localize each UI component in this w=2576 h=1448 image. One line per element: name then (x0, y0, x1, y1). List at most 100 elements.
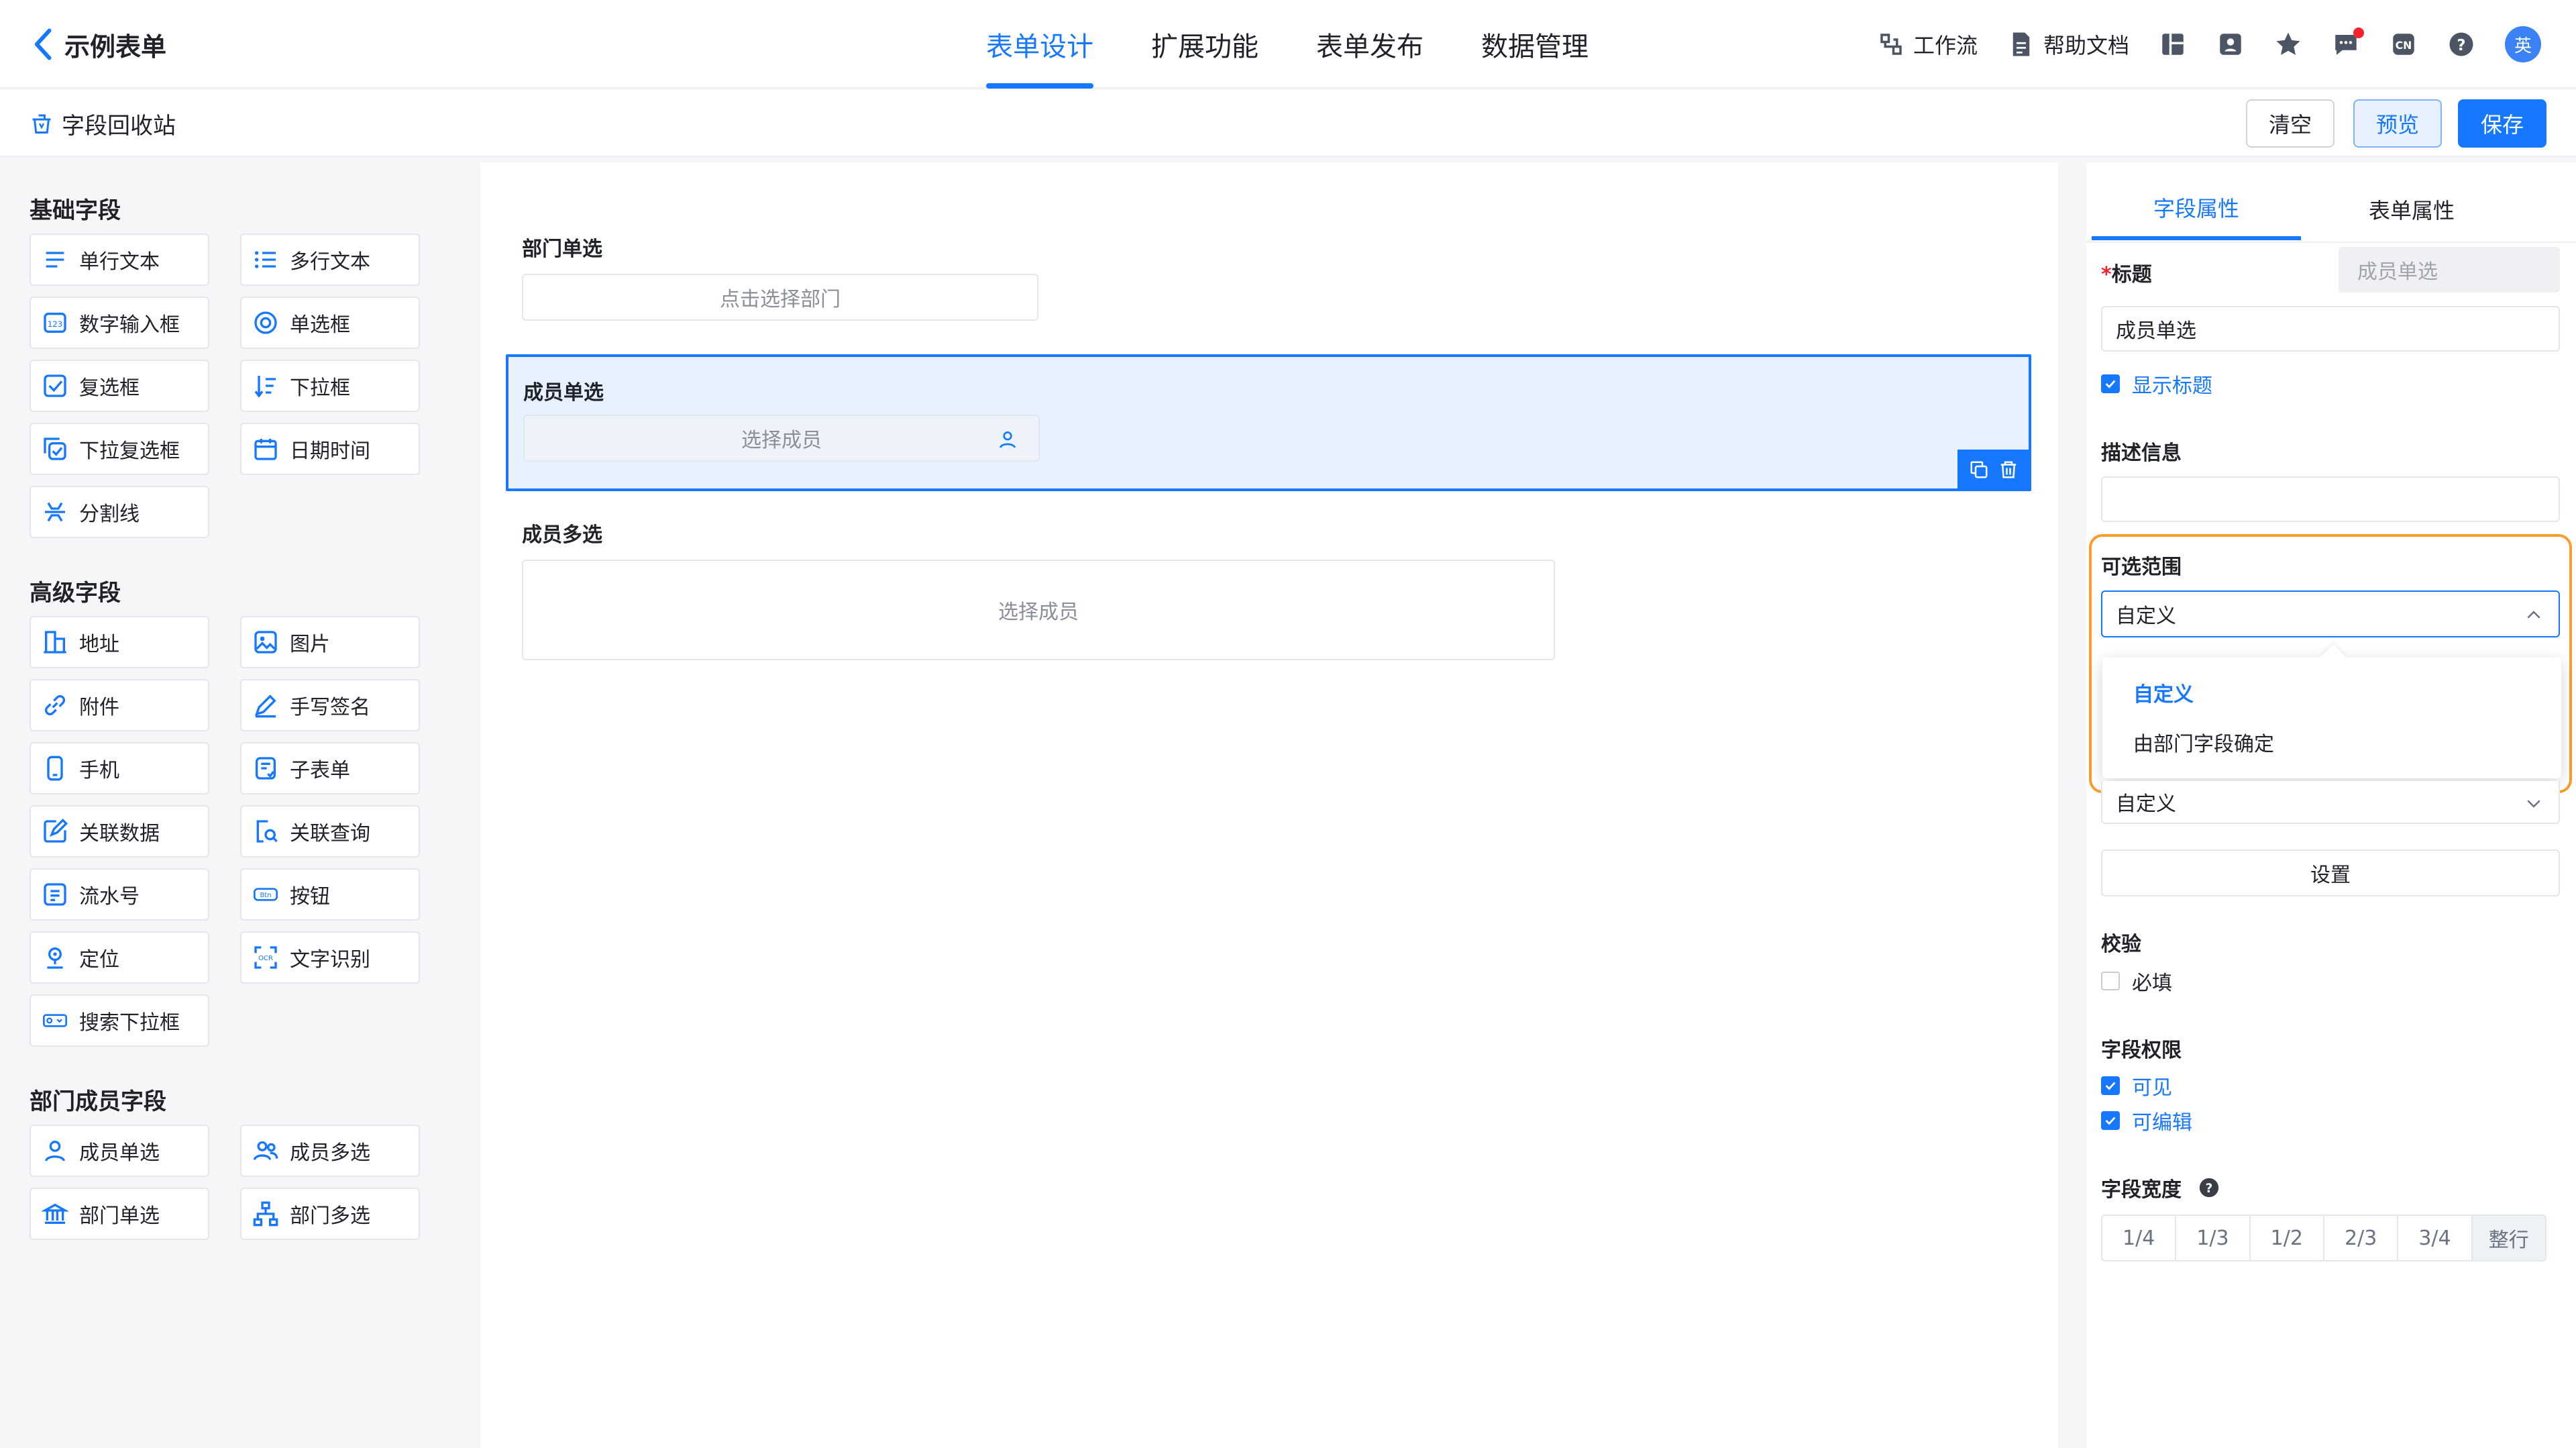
workflow-button[interactable]: 工作流 (1877, 29, 1978, 60)
question-icon: ? (2449, 32, 2473, 56)
width-option[interactable]: 2/3 (2324, 1216, 2399, 1260)
tab-field-properties[interactable]: 字段属性 (2092, 178, 2301, 240)
field-label: 多行文本 (290, 250, 370, 274)
divider-icon (45, 502, 65, 522)
field-subform[interactable]: 子表单 (240, 742, 420, 794)
field-search-dropdown[interactable]: 搜索下拉框 (30, 994, 209, 1047)
settings-button[interactable]: 设置 (2101, 849, 2560, 896)
group-title-dept-member: 部门成员字段 (30, 1088, 166, 1115)
number-icon: 123 (44, 313, 66, 333)
field-number-input[interactable]: 123 数字输入框 (30, 297, 209, 349)
field-member-single[interactable]: 成员单选 (30, 1125, 209, 1177)
tab-form-publish[interactable]: 表单发布 (1316, 0, 1424, 89)
check-icon (2105, 1082, 2116, 1090)
save-button[interactable]: 保存 (2458, 99, 2546, 148)
width-option[interactable]: 3/4 (2398, 1216, 2473, 1260)
messages-button[interactable] (2332, 28, 2364, 58)
field-label: 下拉复选框 (79, 439, 180, 463)
range-dropdown: 自定义 由部门字段确定 (2102, 644, 2561, 778)
field-linked-query[interactable]: 关联查询 (240, 805, 420, 858)
field-image[interactable]: 图片 (240, 616, 420, 668)
title-input[interactable]: 成员单选 (2101, 306, 2560, 352)
title-label-text: 标题 (2111, 263, 2152, 287)
required-label: 必填 (2132, 972, 2172, 995)
visible-checkbox[interactable]: 可见 (2101, 1071, 2172, 1100)
width-option[interactable]: 1/3 (2176, 1216, 2251, 1260)
description-input[interactable] (2101, 476, 2560, 522)
field-member-multi[interactable]: 成员多选 (240, 1125, 420, 1177)
clear-button[interactable]: 清空 (2246, 99, 2334, 148)
show-title-checkbox[interactable]: 显示标题 (2101, 369, 2212, 399)
tab-data-management[interactable]: 数据管理 (1481, 0, 1589, 89)
field-multi-line-text[interactable]: 多行文本 (240, 234, 420, 286)
field-label: 关联数据 (79, 822, 160, 845)
field-dropdown[interactable]: 下拉框 (240, 360, 420, 412)
chevron-up-icon (2527, 611, 2540, 619)
width-option-selected[interactable]: 整行 (2472, 1216, 2545, 1260)
width-option[interactable]: 1/2 (2251, 1216, 2324, 1260)
layout-button[interactable] (2159, 30, 2187, 58)
width-option[interactable]: 1/4 (2102, 1216, 2177, 1260)
field-ocr[interactable]: OCR 文字识别 (240, 931, 420, 984)
editable-checkbox[interactable]: 可编辑 (2101, 1106, 2192, 1135)
tab-extensions[interactable]: 扩展功能 (1151, 0, 1258, 89)
checkbox-box (2101, 1111, 2120, 1130)
help-button[interactable]: ? (2447, 30, 2475, 58)
field-single-line-text[interactable]: 单行文本 (30, 234, 209, 286)
image-icon (254, 631, 277, 654)
scan-icon: OCR (254, 946, 277, 969)
contacts-button[interactable] (2216, 30, 2245, 58)
favorites-button[interactable] (2274, 30, 2302, 58)
member-multi-select-input[interactable]: 选择成员 (522, 560, 1555, 660)
back-button[interactable]: 示例表单 (32, 23, 166, 66)
field-recycle-bin-button[interactable]: 字段回收站 (30, 105, 176, 142)
field-department-single[interactable]: 部门单选 (30, 1188, 209, 1240)
member-select-input[interactable]: 选择成员 (523, 415, 1040, 462)
field-address[interactable]: 地址 (30, 616, 209, 668)
department-select-input[interactable]: 点击选择部门 (522, 274, 1038, 321)
range-option-custom[interactable]: 自定义 (2133, 678, 2194, 707)
copy-icon[interactable] (1969, 460, 1989, 480)
subform-icon (256, 757, 276, 780)
tab-form-properties[interactable]: 表单属性 (2308, 178, 2516, 240)
trash-icon[interactable] (1998, 460, 2019, 480)
required-checkbox[interactable]: 必填 (2101, 966, 2172, 996)
field-signature[interactable]: 手写签名 (240, 679, 420, 731)
field-location[interactable]: 定位 (30, 931, 209, 984)
field-serial-number[interactable]: 流水号 (30, 868, 209, 921)
width-label-text: 字段宽度 (2101, 1178, 2182, 1202)
field-label: 地址 (79, 633, 119, 656)
question-icon[interactable]: ? (2198, 1176, 2220, 1199)
range-select[interactable]: 自定义 (2101, 590, 2560, 637)
field-linked-data[interactable]: 关联数据 (30, 805, 209, 858)
help-docs-button[interactable]: 帮助文档 (2007, 29, 2129, 60)
width-label: 字段宽度 ? (2101, 1173, 2220, 1202)
width-segmented-control: 1/4 1/3 1/2 2/3 3/4 整行 (2101, 1214, 2546, 1261)
field-phone[interactable]: 手机 (30, 742, 209, 794)
range-option-by-department[interactable]: 由部门字段确定 (2133, 727, 2274, 757)
user-avatar[interactable]: 英 (2505, 26, 2541, 62)
field-datetime[interactable]: 日期时间 (240, 423, 420, 475)
field-radio[interactable]: 单选框 (240, 297, 420, 349)
field-department-multi[interactable]: 部门多选 (240, 1188, 420, 1240)
workflow-label: 工作流 (1913, 33, 1978, 58)
default-value-select[interactable]: 自定义 (2101, 781, 2560, 824)
field-checkbox[interactable]: 复选框 (30, 360, 209, 412)
field-dropdown-checkbox[interactable]: 下拉复选框 (30, 423, 209, 475)
multi-check-icon (44, 437, 66, 460)
tab-form-design[interactable]: 表单设计 (986, 0, 1093, 89)
edit-link-icon (44, 818, 68, 843)
show-title-label: 显示标题 (2132, 374, 2212, 398)
serial-icon (44, 883, 66, 906)
field-button[interactable]: Btn 按钮 (240, 868, 420, 921)
language-button[interactable]: CN (2390, 30, 2418, 58)
field-divider[interactable]: 分割线 (30, 486, 209, 538)
svg-text:OCR: OCR (258, 955, 273, 962)
recycle-label: 字段回收站 (62, 112, 176, 140)
lines-icon (46, 252, 64, 268)
preview-button[interactable]: 预览 (2353, 99, 2442, 148)
field-attachment[interactable]: 附件 (30, 679, 209, 731)
field-palette: 基础字段 单行文本 多行文本 123 数字输入框 单选框 复选框 下拉框 下拉复… (0, 158, 451, 1448)
top-bar: 示例表单 表单设计 扩展功能 表单发布 数据管理 工作流 帮助文档 CN ? 英 (0, 0, 2576, 89)
field-label: 子表单 (290, 759, 350, 782)
